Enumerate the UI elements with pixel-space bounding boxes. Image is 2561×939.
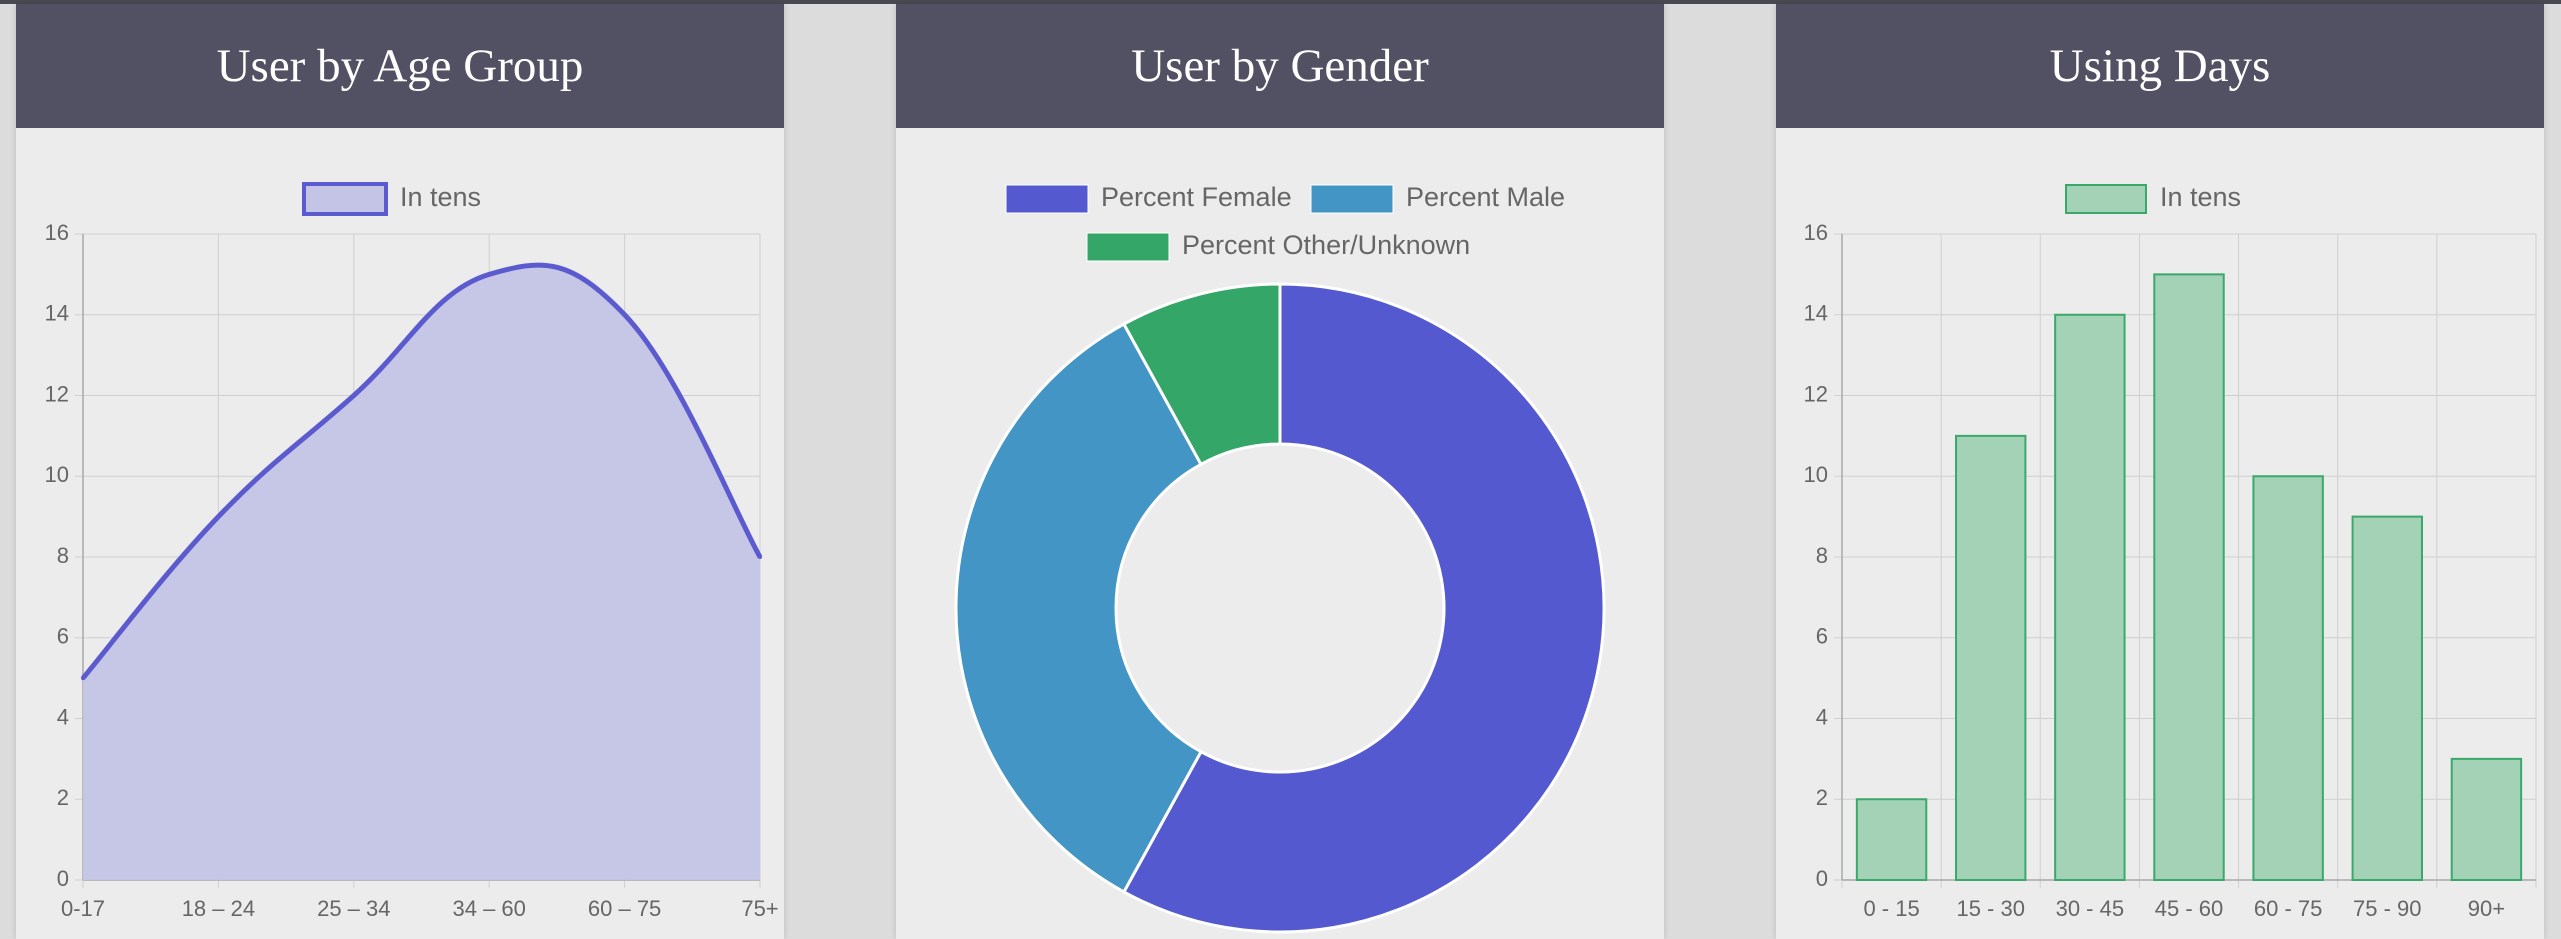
x-tick-label: 25 – 34 (317, 896, 390, 921)
y-tick-label: 2 (57, 785, 69, 810)
data-point (81, 676, 85, 681)
legend-swatch (1005, 184, 1089, 214)
y-tick-label: 8 (1816, 543, 1828, 568)
bar (2153, 273, 2225, 881)
x-tick-label: 60 - 75 (2254, 896, 2323, 921)
bar (2252, 475, 2324, 881)
bar (1955, 434, 2027, 881)
data-point (758, 555, 762, 559)
y-tick-label: 10 (1804, 462, 1828, 487)
using-days-panel: Using Days 0 2 4 6 8 10 12 14 16 0 - 15 15 - 30 30 … (1776, 4, 2544, 939)
y-tick-label: 10 (45, 462, 69, 487)
x-tick-label: 0 - 15 (1863, 896, 1919, 921)
y-tick-label: 14 (1804, 301, 1828, 326)
legend-swatch (302, 182, 388, 216)
legend-label: In tens (400, 182, 481, 212)
y-tick-label: 16 (1804, 220, 1828, 245)
doughnut-slice (954, 322, 1204, 894)
chart-area: Percent Female Percent Male Percent Other/… (896, 128, 1664, 939)
gender-panel: User by Gender Percent Female Percent Mal… (896, 4, 1664, 939)
data-point (487, 272, 492, 277)
bar (2351, 515, 2423, 881)
y-tick-label: 4 (1816, 704, 1828, 729)
x-tick-label: 15 - 30 (1956, 896, 2025, 921)
legend-swatch (1310, 184, 1394, 214)
legend-label: Percent Other/Unknown (1182, 230, 1470, 260)
y-tick-label: 14 (45, 301, 69, 326)
age-group-panel: User by Age Group 0 2 4 6 8 10 12 14 16 0-17 18 – … (16, 4, 784, 939)
x-tick-label: 75 - 90 (2353, 896, 2422, 921)
chart-area: 0 2 4 6 8 10 12 14 16 0 - 15 15 - 30 30 - 45 45 - 60… (1776, 128, 2544, 939)
y-tick-label: 16 (45, 220, 69, 245)
chart-area: 0 2 4 6 8 10 12 14 16 0-17 18 – 24 25 – 34 34 – 60 60… (16, 128, 784, 939)
legend-label: Percent Female (1101, 182, 1292, 212)
legend-swatch (2065, 184, 2147, 214)
data-point (351, 393, 356, 398)
gender-doughnut-chart: Percent Female Percent Male Percent Other/… (954, 182, 1606, 934)
bar (2450, 757, 2523, 881)
panel-title: User by Gender (1131, 40, 1429, 92)
y-tick-label: 6 (57, 624, 69, 649)
x-tick-label: 60 – 75 (588, 896, 661, 921)
y-tick-label: 4 (57, 704, 69, 729)
y-tick-label: 8 (57, 543, 69, 568)
age-group-line-chart: 0 2 4 6 8 10 12 14 16 0-17 18 – 24 25 – 34 34 – 60 60… (45, 182, 779, 921)
y-tick-label: 2 (1816, 785, 1828, 810)
y-tick-label: 6 (1816, 624, 1828, 649)
panel-header: Using Days (1776, 4, 2544, 128)
legend-swatch (1086, 232, 1170, 262)
x-tick-label: 34 – 60 (452, 896, 525, 921)
x-tick-label: 90+ (2468, 896, 2505, 921)
y-tick-label: 0 (57, 866, 69, 891)
y-tick-label: 12 (1804, 381, 1828, 406)
legend-label: In tens (2160, 182, 2241, 212)
x-tick-label: 45 - 60 (2155, 896, 2224, 921)
x-tick-label: 75+ (741, 896, 778, 921)
panel-title: Using Days (2049, 40, 2271, 92)
bar (1855, 798, 1928, 881)
x-tick-label: 0-17 (61, 896, 105, 921)
x-tick-label: 18 – 24 (182, 896, 255, 921)
y-tick-label: 0 (1816, 866, 1828, 891)
panel-header: User by Age Group (16, 4, 784, 128)
bar (2054, 313, 2126, 881)
legend-label: Percent Male (1406, 182, 1565, 212)
panel-header: User by Gender (896, 4, 1664, 128)
y-tick-label: 12 (45, 381, 69, 406)
data-point (216, 514, 221, 519)
x-tick-label: 30 - 45 (2056, 896, 2125, 921)
data-point (622, 312, 627, 317)
panel-title: User by Age Group (216, 40, 584, 92)
using-days-bar-chart: 0 2 4 6 8 10 12 14 16 0 - 15 15 - 30 30 - 45 45 - 60… (1804, 182, 2537, 921)
